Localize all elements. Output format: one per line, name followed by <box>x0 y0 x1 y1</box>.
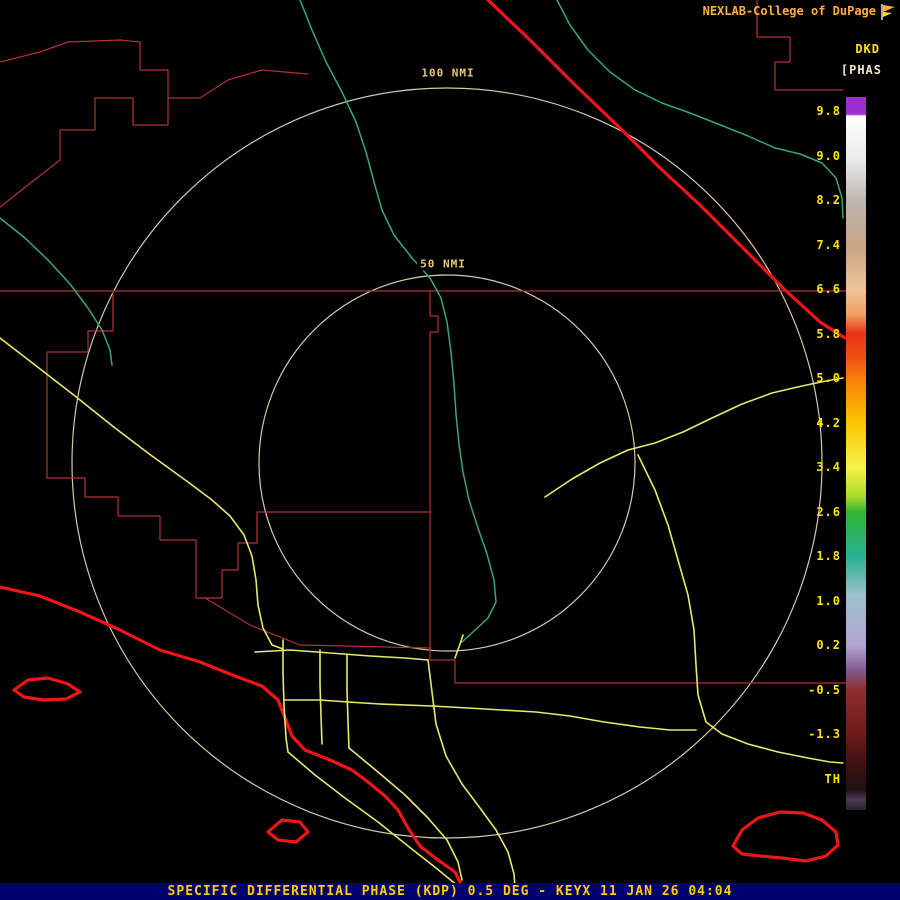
colorbar-tick-label: 1.8 <box>816 549 841 563</box>
colorbar-tick-label: 6.6 <box>816 282 841 296</box>
county-line-la-nw-steps <box>204 511 258 599</box>
interstate-southwest-corridor <box>0 585 468 900</box>
highway-network-vertical-a <box>282 639 289 753</box>
highway-diagonal-west <box>0 337 284 650</box>
colorbar-tick-label: 4.2 <box>816 415 841 430</box>
county-line-la-north-diagonal <box>204 597 431 649</box>
colorbar-tick-label: 9.0 <box>816 148 841 163</box>
range-ring-50-nmi <box>258 274 636 652</box>
highway-spur-north <box>454 634 464 659</box>
county-line-tulare <box>0 39 169 99</box>
county-line-east-vertical <box>429 290 439 513</box>
colorbar-tick-label: 1.0 <box>816 593 841 608</box>
colorbar-tick-label: 3.4 <box>816 460 841 474</box>
colorbar-tick-label: 5.0 <box>816 371 841 385</box>
colorbar-tick-label: 7.4 <box>816 237 841 252</box>
red-outline-blob-west <box>12 676 82 702</box>
radar-map <box>0 0 867 900</box>
red-outline-blob-small <box>266 818 310 844</box>
river-mojave <box>299 0 497 643</box>
colorbar-tick-label: 9.8 <box>816 104 841 118</box>
highway-diagonal-south-a <box>287 751 469 900</box>
product-code-label: DKD <box>855 42 880 56</box>
radar-display: NEXLAB-College of DuPage DKD [PHAS SPECI… <box>0 0 900 900</box>
county-line-sierra-jagged <box>0 69 309 208</box>
colorbar-tick-label: 0.2 <box>816 638 841 652</box>
highway-network-cross <box>283 699 433 707</box>
colorbar-tick-label: 8.2 <box>816 193 841 207</box>
colorbar-tick-label: 5.8 <box>816 326 841 341</box>
highway-network-main <box>254 649 429 661</box>
highway-east-upper <box>544 377 844 498</box>
highway-network-vertical-c <box>346 653 350 749</box>
interstate-diagonal-northeast <box>486 0 847 340</box>
colorbar-tick-label: -0.5 <box>808 682 841 697</box>
highway-connector-east <box>431 705 697 731</box>
cod-logo-icon <box>881 4 895 20</box>
units-label: [PHAS <box>840 63 882 77</box>
colorbar-tick-label: -1.3 <box>808 727 841 741</box>
red-outline-blob-southeast <box>731 810 840 863</box>
status-bar: SPECIFIC DIFFERENTIAL PHASE (KDP) 0.5 DE… <box>0 883 900 900</box>
range-ring-label-50-nmi: 50 NMI <box>417 257 469 271</box>
colorbar-tick-label: 2.6 <box>816 504 841 519</box>
county-line-kern-west <box>46 290 206 599</box>
range-ring-label-100-nmi: 100 NMI <box>418 66 478 80</box>
highway-east-lower <box>637 454 844 764</box>
highway-network-vertical-b <box>319 649 323 745</box>
colorbar-tick-label: TH <box>824 771 841 786</box>
status-text: SPECIFIC DIFFERENTIAL PHASE (KDP) 0.5 DE… <box>167 884 733 899</box>
brand-title: NEXLAB-College of DuPage <box>702 4 876 18</box>
colorbar <box>846 97 866 810</box>
